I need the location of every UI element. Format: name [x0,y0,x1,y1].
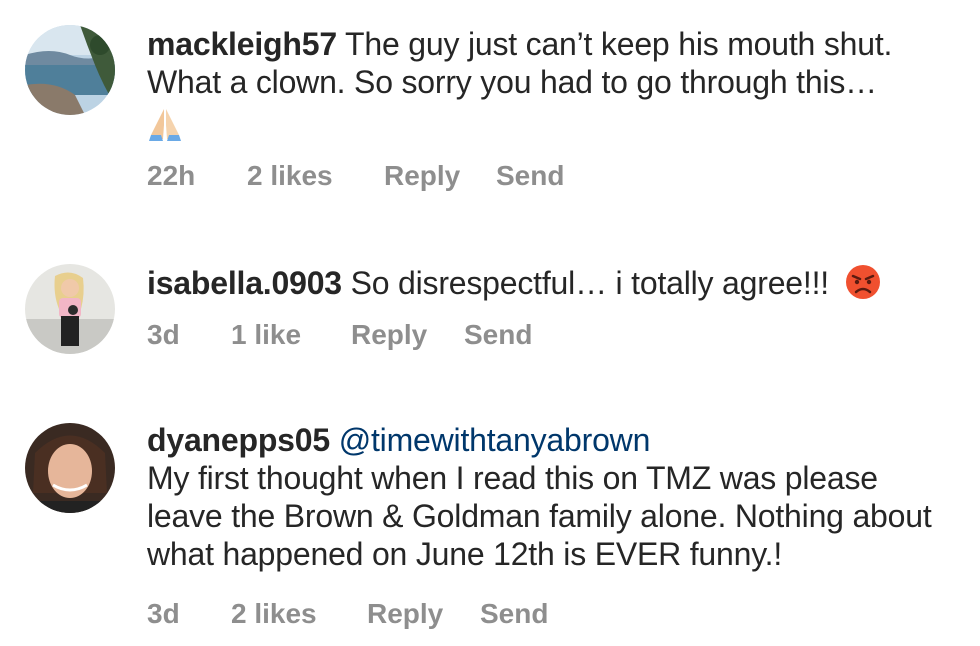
timestamp: 3d [147,598,180,629]
folded-hands-icon [147,105,183,143]
comment-text: isabella.0903 So disrespectful… i totall… [147,263,956,302]
send-button[interactable]: Send [496,160,564,192]
send-button[interactable]: Send [480,598,548,630]
comment-body: So disrespectful… i totally agree!!! [350,265,830,301]
comment-meta: 3d 1 like Reply Send [147,319,532,351]
comment-meta: 3d 2 likes Reply Send [147,598,548,630]
timestamp: 22h [147,160,196,191]
comment-meta: 22h 2 likes Reply Send [147,160,564,192]
avatar[interactable] [25,423,115,513]
timestamp: 3d [147,319,180,350]
angry-face-icon [844,263,882,301]
comment-text: mackleigh57 The guy just can’t keep his … [147,25,956,143]
reply-button[interactable]: Reply [384,160,496,192]
comment-mention[interactable]: @timewithtanyabrown [339,422,651,458]
reply-button[interactable]: Reply [351,319,464,351]
comment-body: My first thought when I read this on TMZ… [147,460,932,572]
comment-username[interactable]: isabella.0903 [147,265,342,301]
likes-count[interactable]: 1 like [231,319,351,351]
likes-count[interactable]: 2 likes [231,598,367,630]
comment-text: dyanepps05 @timewithtanyabrown My first … [147,421,956,573]
comment-username[interactable]: dyanepps05 [147,422,330,458]
avatar[interactable] [25,25,115,115]
likes-count[interactable]: 2 likes [247,160,384,192]
reply-button[interactable]: Reply [367,598,480,630]
comment-username[interactable]: mackleigh57 [147,26,337,62]
send-button[interactable]: Send [464,319,532,351]
avatar[interactable] [25,264,115,354]
